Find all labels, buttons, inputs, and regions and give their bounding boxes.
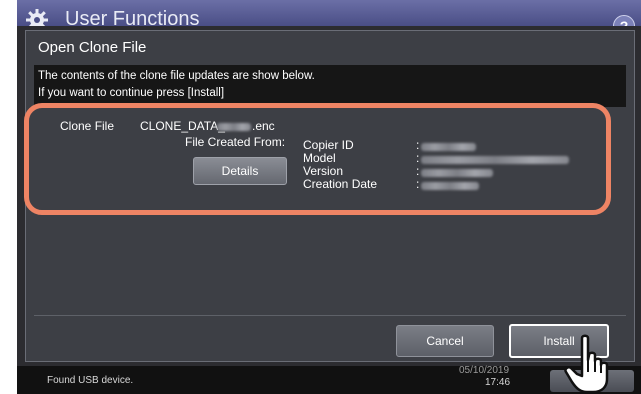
message-line-2: If you want to continue press [Install] <box>38 87 225 99</box>
message-line-1: The contents of the clone file updates a… <box>38 70 315 82</box>
app-header: User Functions <box>17 0 641 31</box>
pointing-hand-icon <box>564 334 609 394</box>
status-bar: Found USB device. 05/10/2019 17:46 Jo <box>17 365 641 394</box>
cancel-button[interactable]: Cancel <box>396 325 494 357</box>
status-message: Found USB device. <box>47 375 134 386</box>
status-date: 05/10/2019 <box>459 365 510 376</box>
status-time: 17:46 <box>485 377 511 388</box>
dialog-divider <box>34 315 626 316</box>
dialog-title: Open Clone File <box>38 39 147 56</box>
message-bar: The contents of the clone file updates a… <box>34 65 626 107</box>
clone-info-highlight <box>24 103 611 215</box>
